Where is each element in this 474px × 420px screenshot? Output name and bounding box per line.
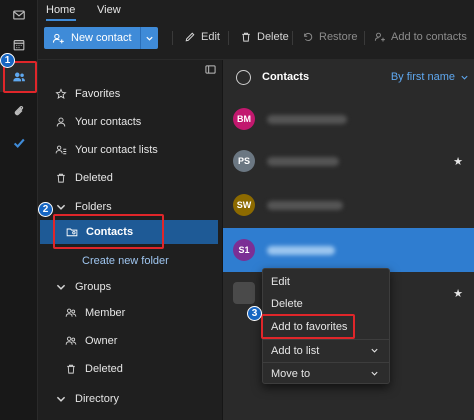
tab-home[interactable]: Home bbox=[46, 4, 75, 16]
ribbon-separator bbox=[364, 31, 365, 45]
nav-item-member[interactable]: Member bbox=[38, 300, 222, 326]
people-list-icon bbox=[55, 145, 67, 155]
step-2-badge: 2 bbox=[38, 202, 53, 217]
ribbon-separator bbox=[172, 31, 173, 45]
contact-row-selected[interactable]: S1 bbox=[223, 228, 474, 272]
nav-item-groups-deleted[interactable]: Deleted bbox=[38, 356, 222, 382]
avatar: PS bbox=[233, 150, 255, 172]
restore-button[interactable]: Restore bbox=[302, 31, 358, 43]
contact-row[interactable]: SW bbox=[223, 184, 474, 226]
add-person-icon bbox=[374, 32, 385, 42]
trash-icon bbox=[67, 364, 75, 374]
chevron-down-icon bbox=[371, 348, 378, 353]
chevron-down-icon bbox=[56, 284, 66, 290]
create-new-folder-link[interactable]: Create new folder bbox=[38, 250, 222, 272]
restore-icon bbox=[304, 32, 313, 42]
todo-check-icon[interactable] bbox=[0, 128, 38, 158]
pencil-icon bbox=[185, 32, 195, 42]
nav-item-your-contacts[interactable]: Your contacts bbox=[38, 109, 222, 135]
nav-item-favorites[interactable]: Favorites bbox=[38, 81, 222, 107]
person-icon bbox=[56, 117, 66, 127]
tab-view[interactable]: View bbox=[97, 4, 121, 16]
list-header: Contacts By first name bbox=[223, 60, 474, 94]
attachment-icon[interactable] bbox=[0, 96, 38, 126]
nav-item-label: Member bbox=[85, 307, 126, 319]
favorite-star-icon[interactable]: ★ bbox=[453, 287, 463, 300]
ribbon-separator bbox=[228, 31, 229, 45]
contacts-folder-highlight bbox=[53, 214, 164, 249]
menu-item-delete[interactable]: Delete bbox=[263, 293, 389, 315]
restore-label: Restore bbox=[319, 31, 358, 43]
nav-item-label: Owner bbox=[85, 335, 118, 347]
chevron-down-icon bbox=[146, 36, 153, 41]
collapse-pane-icon[interactable] bbox=[205, 64, 216, 78]
nav-item-label: Deleted bbox=[75, 172, 113, 184]
nav-item-owner[interactable]: Owner bbox=[38, 328, 222, 354]
ribbon: Home View New contact Edit Delete Restor… bbox=[38, 0, 474, 60]
chevron-down-icon bbox=[56, 396, 66, 402]
menu-item-label: Move to bbox=[271, 368, 311, 380]
contact-row[interactable]: BM bbox=[223, 98, 474, 140]
nav-item-label: Your contact lists bbox=[75, 144, 158, 156]
list-title: Contacts bbox=[262, 71, 310, 83]
new-contact-label: New contact bbox=[71, 32, 132, 44]
nav-item-label: Deleted bbox=[85, 363, 123, 375]
step-1-badge: 1 bbox=[0, 53, 15, 68]
group-icon bbox=[65, 336, 77, 345]
avatar: SW bbox=[233, 194, 255, 216]
star-icon bbox=[55, 88, 67, 99]
delete-button[interactable]: Delete bbox=[240, 31, 289, 43]
blurred-contact-name bbox=[267, 200, 343, 210]
directory-label: Directory bbox=[75, 393, 120, 405]
nav-item-contact-lists[interactable]: Your contact lists bbox=[38, 137, 222, 163]
chevron-down-icon bbox=[371, 371, 378, 376]
trash-icon bbox=[57, 173, 65, 183]
ribbon-separator bbox=[292, 31, 293, 45]
blurred-contact-name bbox=[267, 245, 335, 255]
avatar: S1 bbox=[233, 239, 255, 261]
avatar bbox=[233, 282, 255, 304]
group-icon bbox=[65, 308, 77, 317]
select-all-radio[interactable] bbox=[236, 69, 251, 85]
tab-home-indicator bbox=[46, 19, 76, 21]
menu-item-add-to-list[interactable]: Add to list bbox=[263, 340, 389, 362]
groups-label: Groups bbox=[75, 281, 112, 293]
add-to-contacts-button[interactable]: Add to contacts bbox=[374, 31, 467, 43]
create-folder-label: Create new folder bbox=[82, 255, 169, 267]
chevron-down-icon bbox=[56, 204, 66, 210]
nav-item-deleted[interactable]: Deleted bbox=[38, 165, 222, 191]
new-contact-button[interactable]: New contact bbox=[44, 27, 158, 49]
nav-item-label: Your contacts bbox=[75, 116, 142, 128]
sort-dropdown[interactable]: By first name bbox=[391, 71, 469, 83]
contact-row[interactable]: PS ★ bbox=[223, 140, 474, 182]
menu-item-label: Add to list bbox=[271, 345, 320, 357]
blurred-contact-name bbox=[267, 156, 339, 166]
add-to-favorites-highlight bbox=[261, 314, 355, 339]
new-contact-dropdown[interactable] bbox=[140, 27, 158, 49]
chevron-down-icon bbox=[461, 75, 468, 80]
nav-item-label: Favorites bbox=[75, 88, 121, 100]
add-person-icon bbox=[52, 33, 64, 43]
folders-label: Folders bbox=[75, 201, 112, 213]
avatar: BM bbox=[233, 108, 255, 130]
menu-item-move-to[interactable]: Move to bbox=[263, 363, 389, 385]
trash-icon bbox=[242, 32, 250, 42]
new-contact-main[interactable]: New contact bbox=[44, 27, 140, 49]
menu-item-edit[interactable]: Edit bbox=[263, 271, 389, 293]
step-3-badge: 3 bbox=[247, 306, 262, 321]
mail-icon[interactable] bbox=[0, 0, 38, 30]
edit-label: Edit bbox=[201, 31, 220, 43]
directory-section[interactable]: Directory bbox=[38, 386, 222, 412]
delete-label: Delete bbox=[257, 31, 289, 43]
edit-button[interactable]: Edit bbox=[184, 31, 220, 43]
groups-section[interactable]: Groups bbox=[38, 274, 222, 300]
favorite-star-icon[interactable]: ★ bbox=[453, 155, 463, 168]
add-to-contacts-label: Add to contacts bbox=[391, 31, 467, 43]
blurred-contact-name bbox=[267, 114, 347, 124]
sort-label: By first name bbox=[390, 71, 455, 83]
